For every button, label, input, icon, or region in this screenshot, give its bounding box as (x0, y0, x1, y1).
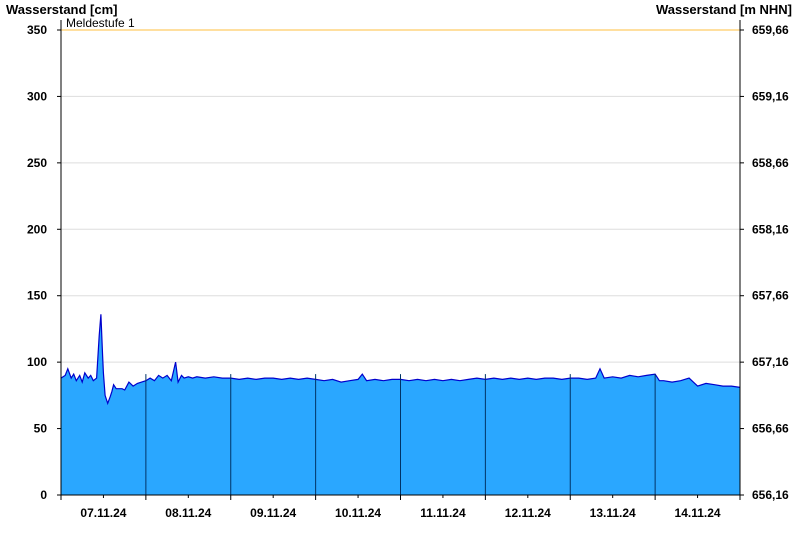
x-tick-label: 07.11.24 (80, 506, 126, 520)
y-tick-label-left: 200 (27, 222, 47, 236)
y-tick-label-right: 656,66 (752, 422, 789, 436)
y-tick-label-right: 657,66 (752, 289, 789, 303)
y-tick-label-right: 656,16 (752, 488, 789, 502)
y-tick-label-right: 658,16 (752, 222, 789, 236)
x-tick-label: 12.11.24 (505, 506, 551, 520)
y-axis-title-right: Wasserstand [m NHN] (656, 2, 792, 17)
y-tick-label-right: 659,66 (752, 23, 789, 37)
y-tick-label-left: 350 (27, 23, 47, 37)
x-tick-label: 13.11.24 (590, 506, 636, 520)
y-tick-label-right: 657,16 (752, 355, 789, 369)
y-tick-label-left: 300 (27, 89, 47, 103)
x-tick-label: 11.11.24 (420, 506, 466, 520)
threshold-label: Meldestufe 1 (66, 16, 135, 30)
y-tick-label-left: 100 (27, 355, 47, 369)
x-ticks: 07.11.24 08.11.24 09.11.24 10.11.24 11.11.24… (60, 495, 741, 520)
x-tick-label: 09.11.24 (250, 506, 296, 520)
y-ticks-left: 0 50 100 150 200 250 300 350 (27, 23, 61, 502)
y-tick-label-left: 150 (27, 289, 47, 303)
y-tick-label-left: 50 (34, 422, 48, 436)
y-tick-label-left: 250 (27, 156, 47, 170)
y-axis-title-left: Wasserstand [cm] (6, 2, 118, 17)
y-tick-label-right: 659,16 (752, 89, 789, 103)
water-level-chart: Wasserstand [cm] Wasserstand [m NHN] Mel… (6, 2, 792, 520)
y-tick-label-left: 0 (40, 488, 47, 502)
y-ticks-right: 656,16 656,66 657,16 657,66 658,16 658,66 659,… (740, 23, 789, 502)
x-tick-label: 14.11.24 (675, 506, 721, 520)
threshold-group: Meldestufe 1 (61, 16, 740, 31)
x-tick-label: 08.11.24 (165, 506, 211, 520)
y-tick-label-right: 658,66 (752, 156, 789, 170)
x-tick-label: 10.11.24 (335, 506, 381, 520)
